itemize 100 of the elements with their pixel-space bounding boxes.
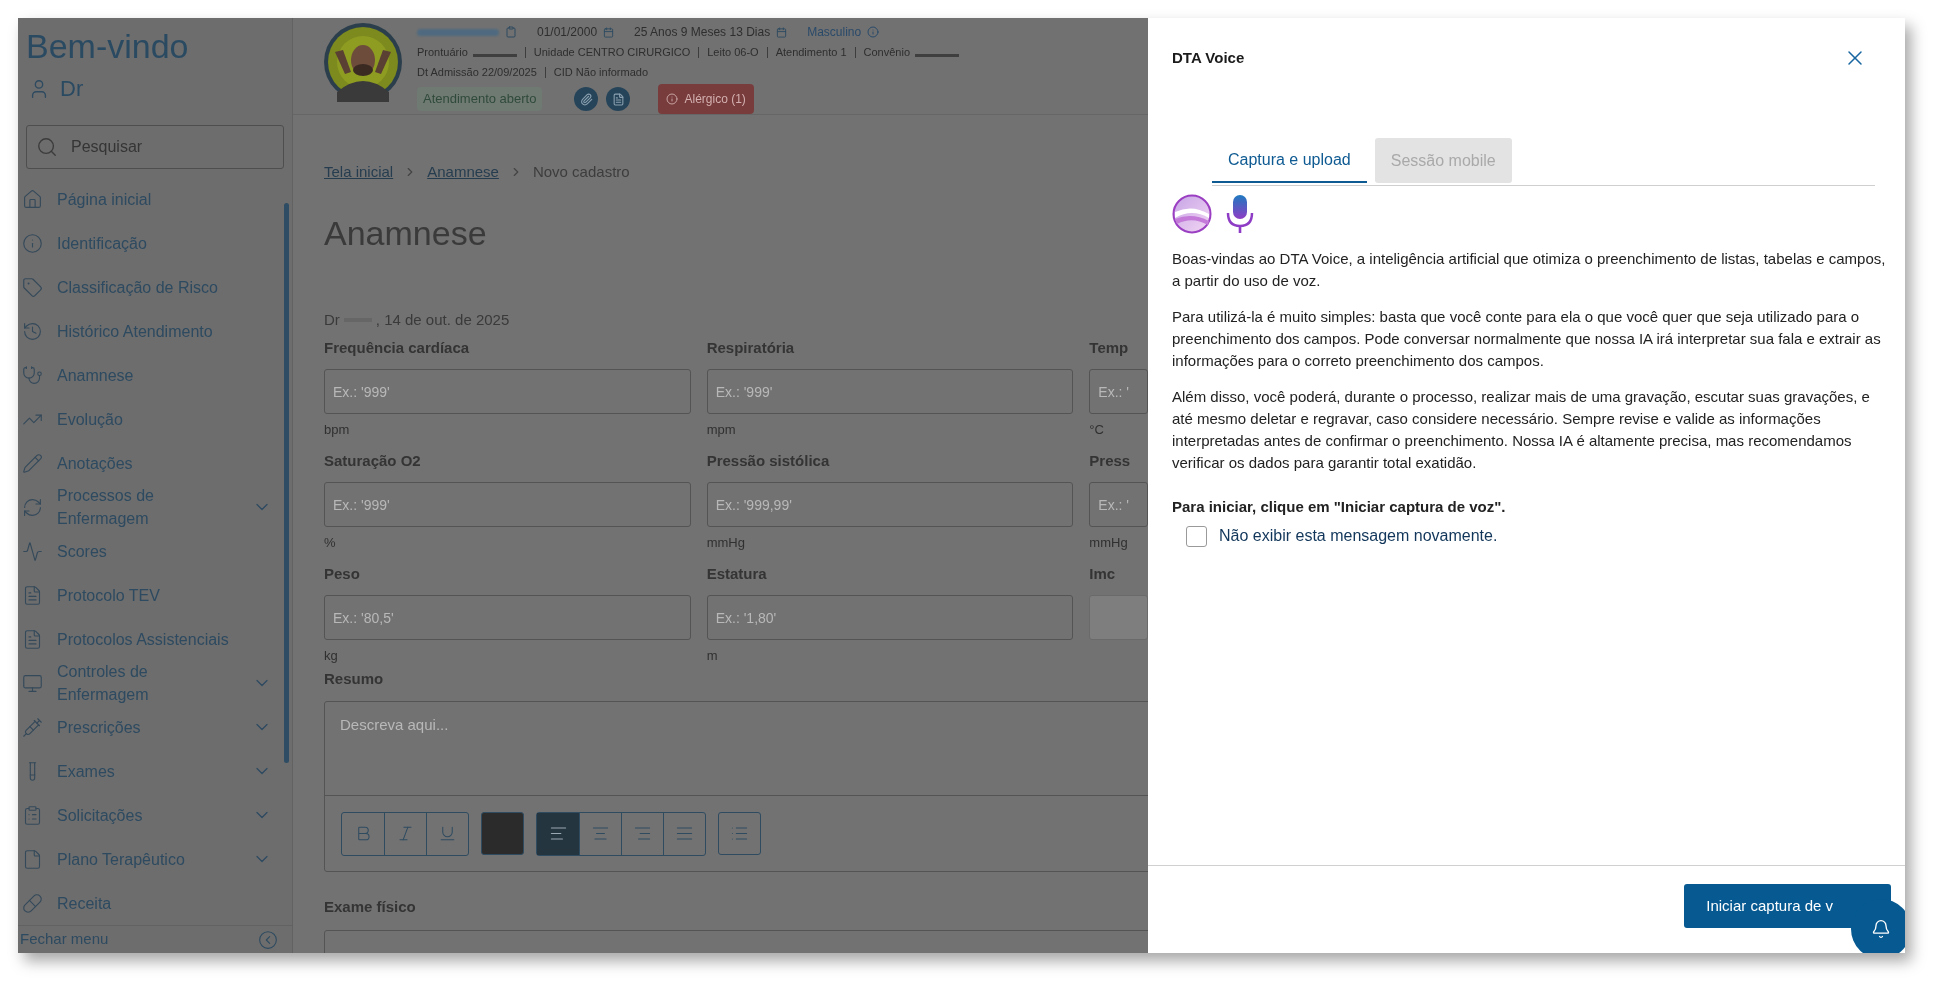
input-field[interactable]: Ex.: '80,5' xyxy=(324,595,691,640)
patient-detail: Leito 06-O xyxy=(707,45,759,60)
unit-label: mpm xyxy=(706,421,737,438)
instruction-text: Para iniciar, clique em "Iniciar captura de voz". xyxy=(1172,497,1507,517)
redacted-name[interactable] xyxy=(417,28,499,36)
calendar-icon xyxy=(603,26,615,38)
redacted-value xyxy=(915,53,960,57)
sidebar-item[interactable]: Prescrições xyxy=(22,705,272,749)
input-field[interactable]: Ex.: '999' xyxy=(324,482,691,527)
dialog-paragraph: Boas-vindas ao DTA Voice, a inteligência artificial que otimiza o preenchimento de listas, tabelas e campos, a partir do uso de voz. xyxy=(1172,249,1887,291)
clipboard-icon[interactable] xyxy=(505,26,517,38)
italic-icon xyxy=(396,824,415,843)
patient-age: 25 Anos 9 Meses 13 Dias xyxy=(634,24,771,41)
sidebar-item[interactable]: Classificação de Risco xyxy=(22,265,272,309)
list-icon xyxy=(730,824,749,843)
sidebar-item-icon xyxy=(22,452,43,474)
sidebar-item[interactable]: Solicitações xyxy=(22,793,272,837)
input-field[interactable]: Ex.: '999' xyxy=(324,369,691,414)
page-title: Anamnese xyxy=(324,212,488,254)
sidebar-item-icon xyxy=(22,540,43,562)
start-capture-button[interactable]: Iniciar captura de v xyxy=(1684,884,1891,928)
voice-logo-icon xyxy=(1172,194,1212,234)
sidebar-item[interactable]: Processos de Enfermagem xyxy=(22,485,272,529)
sidebar-item-icon xyxy=(22,892,43,914)
status-badge: Atendimento aberto xyxy=(417,87,543,111)
breadcrumb-link[interactable]: Anamnese xyxy=(427,161,499,184)
document-button[interactable] xyxy=(606,87,631,111)
patient-detail: Prontuário xyxy=(417,45,468,60)
input-field[interactable]: Ex.: '1,80' xyxy=(706,595,1074,640)
sidebar-item-icon xyxy=(22,276,43,298)
align-button[interactable] xyxy=(537,812,579,855)
patient-detail: Convênio xyxy=(863,45,911,60)
sidebar-item[interactable]: Identificação xyxy=(22,221,272,265)
sidebar-item[interactable]: Receita xyxy=(22,881,272,925)
sidebar-item-icon xyxy=(22,232,43,254)
unit-label: kg xyxy=(324,647,339,664)
field-label: Press xyxy=(1089,451,1132,471)
input-field[interactable]: Ex.: ' xyxy=(1089,369,1148,414)
field-label: Estatura xyxy=(706,564,768,584)
field-label: Peso xyxy=(324,564,361,584)
search-field[interactable]: Pesquisar xyxy=(26,125,284,169)
sidebar-item[interactable]: Evolução xyxy=(22,397,272,441)
birth-date: 01/01/2000 xyxy=(537,24,598,41)
align-center-icon xyxy=(591,824,610,843)
input-field[interactable]: Ex.: ' xyxy=(1089,482,1148,527)
tab[interactable]: Captura e upload xyxy=(1212,138,1367,183)
checkbox-label[interactable]: Não exibir esta mensagem novamente. xyxy=(1219,524,1498,548)
sidebar-item-icon xyxy=(22,672,43,694)
sidebar-item[interactable]: Protocolos Assistenciais xyxy=(22,617,272,661)
field-label: Saturação O2 xyxy=(324,451,422,471)
sidebar-item-icon xyxy=(22,628,43,650)
field-label: Exame físico xyxy=(324,896,417,917)
sidebar-item-icon xyxy=(22,364,43,386)
sidebar-item-icon xyxy=(22,188,43,210)
sidebar-item-icon xyxy=(22,716,43,738)
sidebar-item[interactable]: Plano Terapêutico xyxy=(22,837,272,881)
admission-detail: Dt Admissão 22/09/2025 xyxy=(417,65,537,80)
breadcrumb-link[interactable]: Tela inicial xyxy=(324,161,394,184)
field-label: Resumo xyxy=(324,669,385,689)
unit-label: bpm xyxy=(324,421,351,438)
sidebar-item-icon xyxy=(22,804,43,826)
sidebar-item[interactable]: Histórico Atendimento xyxy=(22,309,272,353)
patient-detail: Unidade CENTRO CIRURGICO xyxy=(533,45,691,60)
welcome-title: Bem-vindo xyxy=(26,26,190,67)
paperclip-icon xyxy=(579,92,593,106)
microphone-icon xyxy=(1226,194,1254,234)
patient-sex: Masculino xyxy=(807,24,862,41)
unit-label: mmHg xyxy=(706,534,746,551)
sidebar-item[interactable]: Protocolo TEV xyxy=(22,573,272,617)
align-left-icon xyxy=(548,824,568,843)
sidebar-item-icon xyxy=(22,320,43,342)
sidebar-item[interactable]: Anamnese xyxy=(22,353,272,397)
field-label: Respiratória xyxy=(706,338,796,358)
text-color-button[interactable] xyxy=(481,812,524,855)
input-field[interactable]: Ex.: '999,99' xyxy=(706,482,1074,527)
field-label: Imc xyxy=(1089,564,1117,584)
field-label: Pressão sistólica xyxy=(706,451,831,471)
dialog-paragraph: Para utilizá-la é muito simples: basta que você conte para ela o que você quer que seja utilizado para o preenchimento dos campos. Pode conversar normalmente que nossa IA irá interpretar sua fala e extrair as informações para o correto preenchimento dos campos. xyxy=(1172,307,1882,371)
close-menu-link[interactable]: Fechar menu xyxy=(20,928,109,951)
sidebar-item[interactable]: Exames xyxy=(22,749,272,793)
sidebar-item[interactable]: Controles de Enfermagem xyxy=(22,661,272,705)
redacted-value xyxy=(472,53,517,57)
collapse-icon[interactable] xyxy=(258,929,278,950)
attachment-button[interactable] xyxy=(574,87,599,111)
author-prefix: Dr xyxy=(324,309,340,330)
admission-detail: CID Não informado xyxy=(553,65,648,80)
unit-label: m xyxy=(706,647,719,664)
field-label: Temp xyxy=(1089,338,1130,358)
checkbox[interactable] xyxy=(1186,525,1207,547)
list-button[interactable] xyxy=(718,812,761,855)
sidebar-item[interactable]: Página inicial xyxy=(22,177,272,221)
allergy-badge[interactable]: Alérgico (1) xyxy=(658,84,754,114)
dialog-title: DTA Voice xyxy=(1172,47,1245,68)
sidebar-item-icon xyxy=(22,584,43,606)
sidebar-item[interactable]: Anotações xyxy=(22,441,272,485)
sidebar-item-icon xyxy=(22,848,43,870)
sidebar-item[interactable]: Scores xyxy=(22,529,272,573)
info-icon xyxy=(666,93,679,105)
input-field[interactable]: Ex.: '999' xyxy=(706,369,1074,414)
dialog-paragraph: Além disso, você poderá, durante o processo, realizar mais de uma gravação, escutar suas gravações, e até mesmo deletar e regravar, caso considere necessário. Sempre revise e valide as informações interpretadas antes de confirmar o preenchimento. Nossa IA é altamente precisa, mas recomendamos verificar os dados para garantir total exatidão. xyxy=(1172,387,1871,473)
